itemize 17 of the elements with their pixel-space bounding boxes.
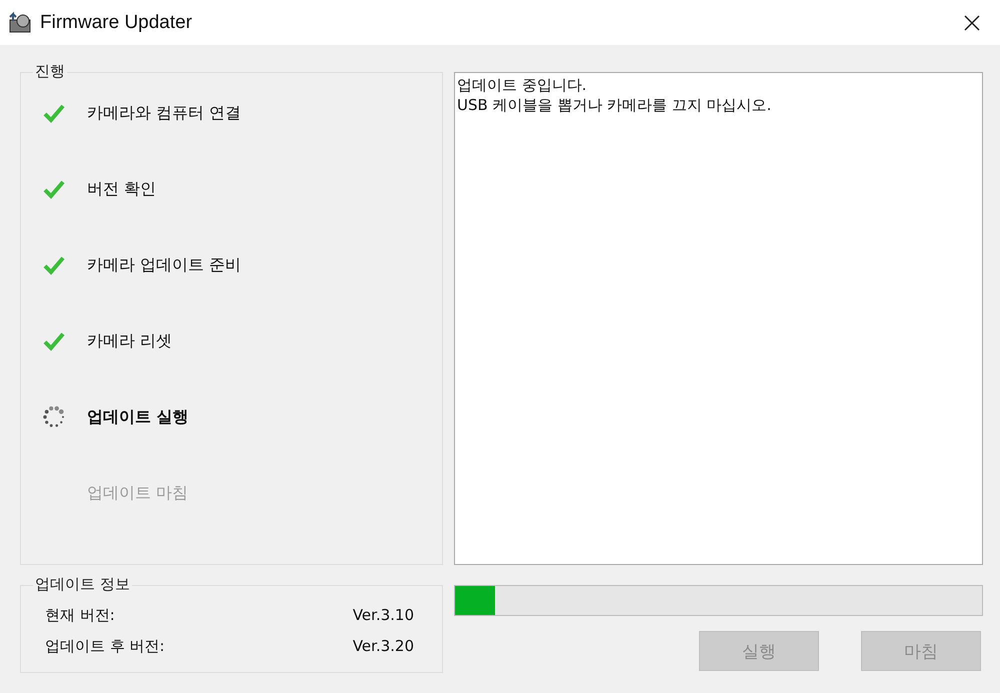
- step-label: 카메라 리셋: [87, 330, 172, 352]
- close-icon: [964, 14, 980, 30]
- step-label: 카메라와 컴퓨터 연결: [87, 102, 242, 124]
- step-label: 업데이트 실행: [87, 406, 189, 428]
- window-title: Firmware Updater: [40, 12, 194, 34]
- step-label: 버전 확인: [87, 178, 156, 200]
- info-value: Ver.3.10: [352, 606, 414, 625]
- step-label: 카메라 업데이트 준비: [87, 254, 242, 276]
- info-label: 현재 버전:: [45, 606, 115, 625]
- app-icon: [8, 10, 32, 34]
- step-label: 업데이트 마침: [87, 482, 188, 504]
- message-line: 업데이트 중입니다.: [457, 75, 588, 95]
- message-line: USB 케이블을 뽑거나 카메라를 끄지 마십시오.: [457, 95, 772, 115]
- group-title: 업데이트 정보: [33, 575, 132, 594]
- group-title: 진행: [33, 62, 67, 81]
- info-value: Ver.3.20: [352, 637, 414, 656]
- info-label: 업데이트 후 버전:: [45, 637, 165, 656]
